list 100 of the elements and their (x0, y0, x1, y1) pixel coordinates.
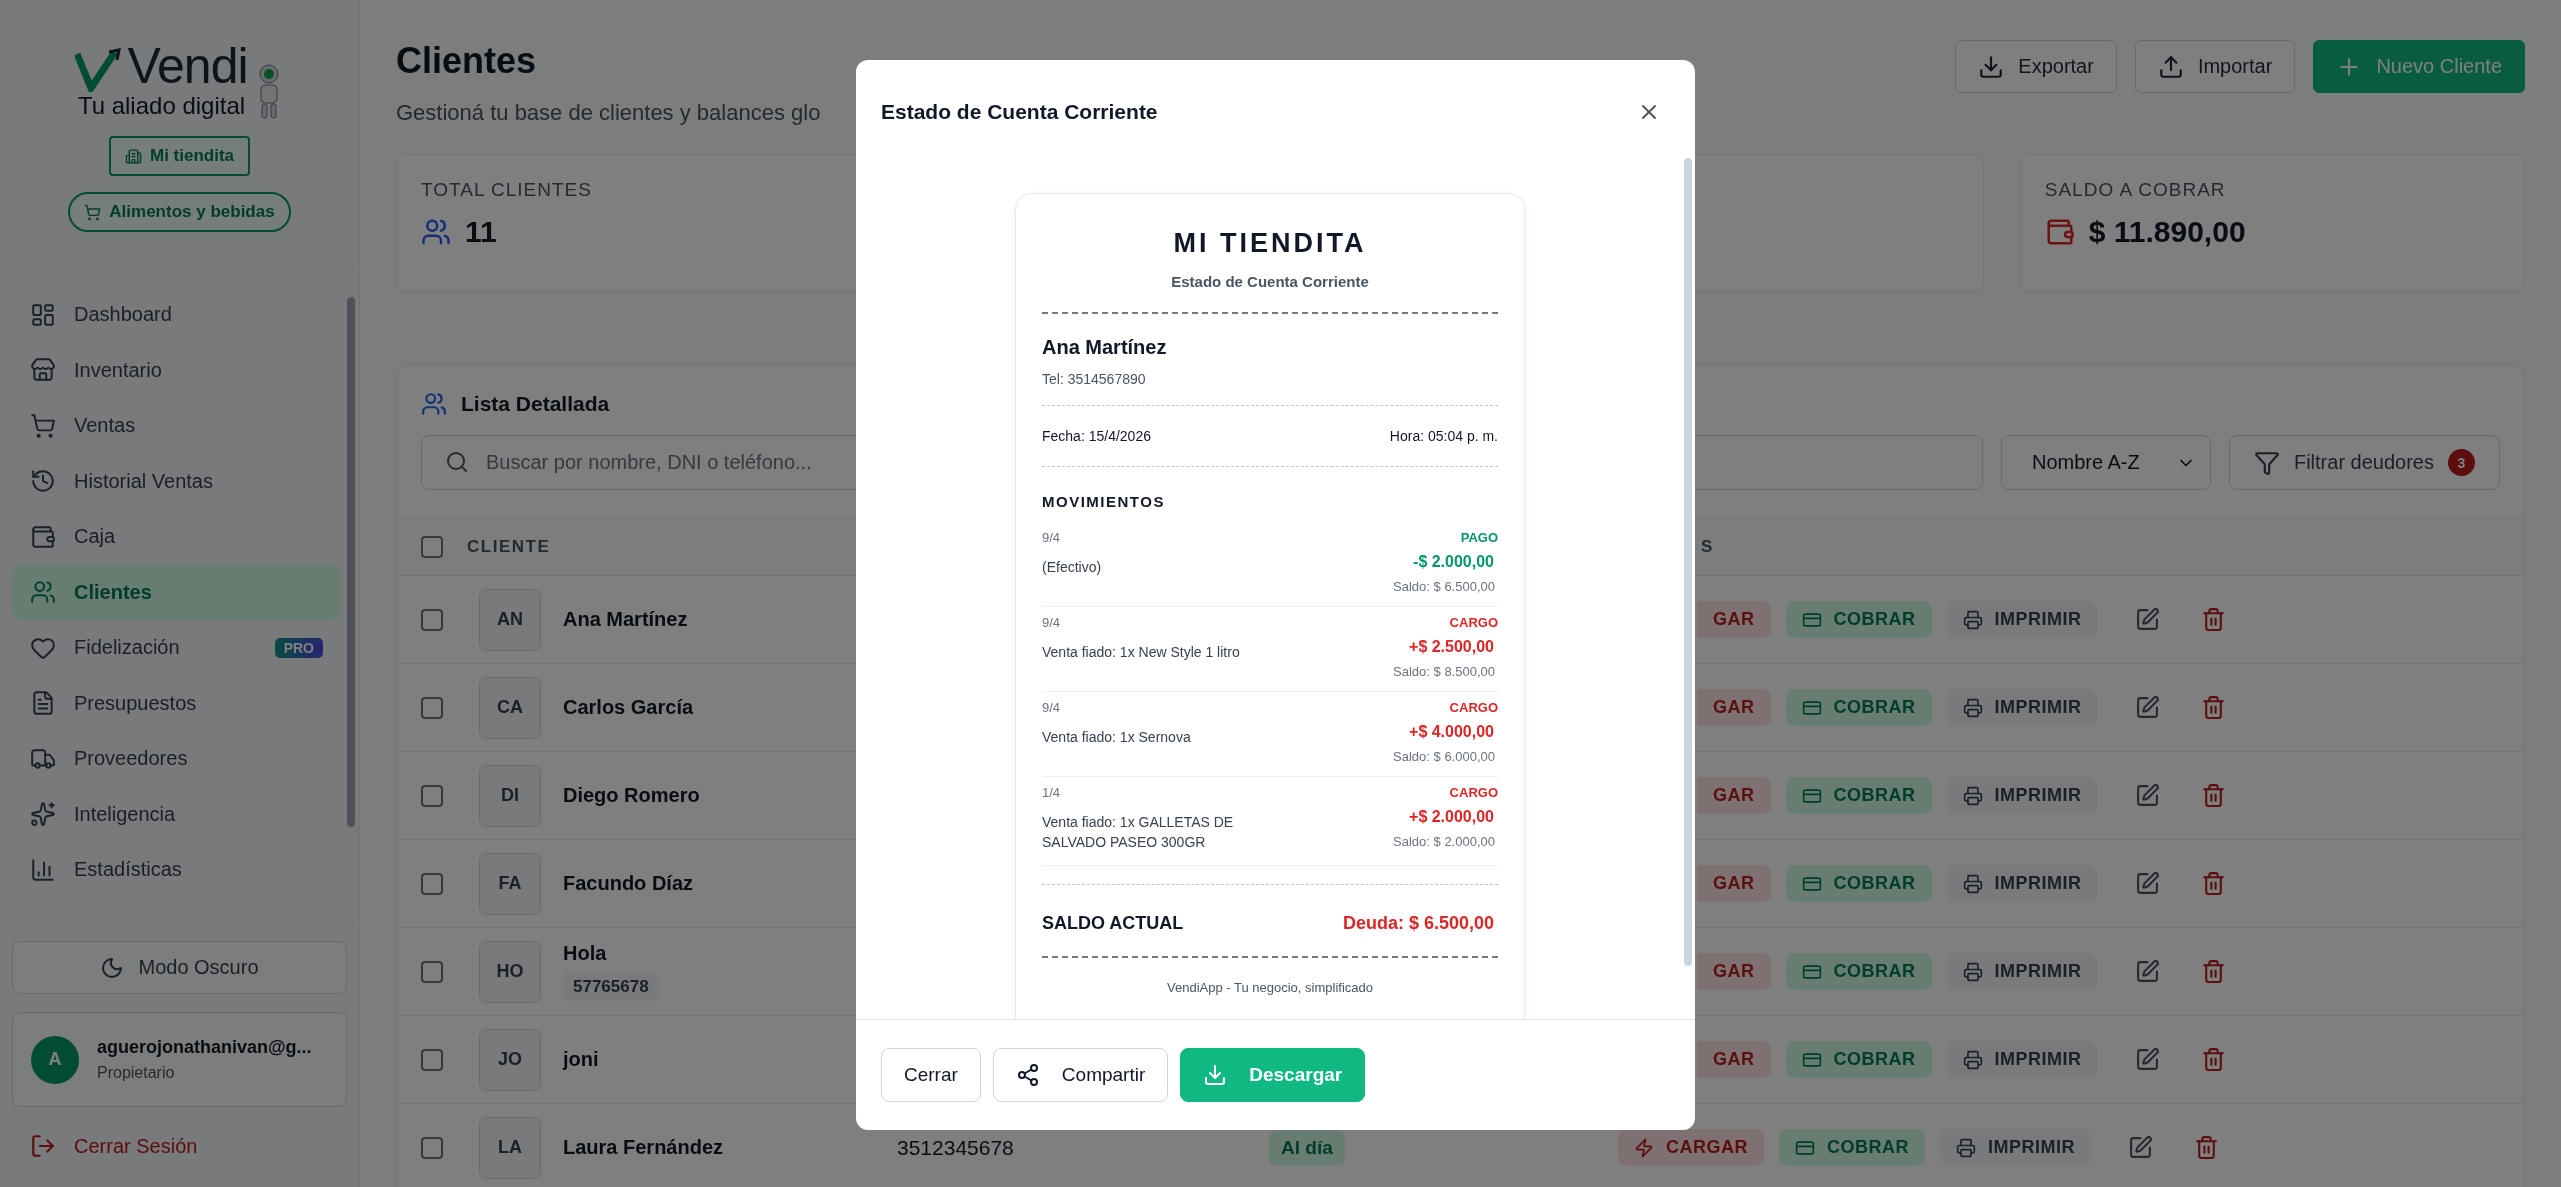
client-name: Ana Martínez (563, 608, 688, 631)
movement-type: CARGO (1449, 700, 1498, 715)
client-name: Diego Romero (563, 784, 700, 807)
edit-icon (2134, 695, 2160, 720)
receipt-time: Hora: 05:04 p. m. (1389, 428, 1498, 444)
logout-button[interactable]: Cerrar Sesión (12, 1125, 347, 1167)
receipt-client-phone: Tel: 3514567890 (1042, 371, 1147, 387)
nav-item[interactable]: Estadísticas (12, 842, 341, 898)
import-button[interactable]: Importar (2134, 40, 2296, 93)
print-button[interactable]: IMPRIMIR (1946, 1041, 2098, 1078)
balance-label: SALDO ACTUAL (1042, 912, 1184, 934)
new-client-button[interactable]: Nuevo Cliente (2313, 40, 2525, 93)
print-button[interactable]: IMPRIMIR (1940, 1129, 2091, 1166)
nav-item[interactable]: Inventario (12, 342, 341, 398)
download-icon (1203, 1063, 1228, 1087)
select-all-checkbox[interactable] (421, 536, 443, 558)
printer-icon (1962, 697, 1983, 718)
stat-value: $ 11.890,00 (2088, 215, 2246, 249)
charge-button[interactable]: GAR (1697, 1041, 1771, 1078)
movement-amount: +$ 2.500,00 (1409, 638, 1494, 656)
edit-icon (2134, 607, 2160, 632)
client-initials: AN (479, 588, 541, 651)
row-checkbox[interactable] (421, 696, 443, 719)
charge-button[interactable]: GAR (1697, 777, 1771, 814)
user-role: Propietario (97, 1064, 176, 1082)
nav-item[interactable]: Clientes (12, 564, 341, 620)
movement-type: CARGO (1449, 785, 1498, 800)
user-card[interactable]: A aguerojonathanivan@g... Propietario (12, 1012, 347, 1107)
nav-item[interactable]: Historial Ventas (12, 453, 341, 509)
receipt-section-title: MOVIMIENTOS (1042, 493, 1166, 510)
collect-button[interactable]: COBRAR (1785, 777, 1932, 814)
client-name: Carlos García (563, 696, 694, 719)
movement-date: 1/4 (1042, 785, 1062, 800)
printer-icon (1962, 609, 1983, 630)
receipt-footer: VendiApp - Tu negocio, simplificado (1042, 979, 1498, 995)
nav-item[interactable]: Presupuestos (12, 675, 341, 731)
client-tag: 57765678 (563, 973, 659, 1001)
nav-item[interactable]: Proveedores (12, 731, 341, 787)
stat-label: TOTAL CLIENTES (421, 179, 593, 201)
charge-button[interactable]: CARGAR (1618, 1129, 1764, 1166)
row-checkbox[interactable] (421, 1048, 443, 1071)
receipt-date: Fecha: 15/4/2026 (1042, 428, 1151, 444)
movement-date: 9/4 (1042, 615, 1062, 630)
printer-icon (1956, 1137, 1976, 1158)
share-button[interactable]: Compartir (992, 1048, 1169, 1102)
category-chip[interactable]: Alimentos y bebidas (68, 192, 291, 232)
nav-item[interactable]: Inteligencia (12, 786, 341, 842)
sort-select[interactable]: Nombre A-Z (2000, 435, 2211, 490)
row-checkbox[interactable] (421, 1136, 443, 1159)
trash-icon (2200, 1047, 2226, 1072)
row-checkbox[interactable] (421, 872, 443, 895)
bar-chart-icon (30, 856, 56, 883)
charge-button[interactable]: GAR (1697, 601, 1771, 638)
status-badge: Al día (1269, 1130, 1345, 1165)
scrollbar-thumb[interactable] (347, 297, 355, 827)
print-button[interactable]: IMPRIMIR (1946, 689, 2098, 726)
store-chip[interactable]: Mi tiendita (108, 136, 251, 176)
collect-button[interactable]: COBRAR (1785, 865, 1932, 902)
collect-button[interactable]: COBRAR (1785, 689, 1932, 726)
charge-button[interactable]: GAR (1697, 953, 1771, 990)
export-button[interactable]: Exportar (1955, 40, 2117, 93)
nav-item[interactable]: Caja (12, 509, 341, 565)
user-avatar: A (31, 1035, 79, 1084)
store-icon (30, 357, 56, 384)
users-icon (421, 217, 451, 247)
collect-button[interactable]: COBRAR (1785, 601, 1932, 638)
scrollbar-thumb[interactable] (1684, 158, 1692, 966)
nav-item[interactable]: Ventas (12, 398, 341, 454)
nav-item[interactable]: Fidelización PRO (12, 620, 341, 676)
movement-description: (Efectivo) (1042, 558, 1103, 577)
collect-button[interactable]: COBRAR (1785, 1041, 1932, 1078)
column-header: CLIENTE (467, 537, 552, 557)
charge-button[interactable]: GAR (1697, 689, 1771, 726)
nav-item[interactable]: Dashboard (12, 287, 341, 343)
logo-wordmark: Vendi (127, 40, 248, 92)
trash-icon (2200, 871, 2226, 896)
download-button[interactable]: Descargar (1180, 1048, 1366, 1102)
list-title: Lista Detallada (461, 392, 610, 416)
users-icon (421, 391, 447, 417)
print-button[interactable]: IMPRIMIR (1946, 777, 2098, 814)
row-checkbox[interactable] (421, 960, 443, 983)
collect-button[interactable]: COBRAR (1785, 953, 1932, 990)
print-button[interactable]: IMPRIMIR (1946, 865, 2098, 902)
trash-icon (2200, 695, 2226, 720)
dark-mode-button[interactable]: Modo Oscuro (12, 941, 347, 994)
filter-debtors-button[interactable]: Filtrar deudores 3 (2228, 435, 2500, 490)
movement-amount: +$ 2.000,00 (1409, 808, 1494, 826)
edit-icon (2134, 1047, 2160, 1072)
column-header: S (1701, 537, 1715, 557)
charge-button[interactable]: GAR (1697, 865, 1771, 902)
client-name: Laura Fernández (563, 1136, 724, 1159)
trash-icon (2200, 959, 2226, 984)
row-checkbox[interactable] (421, 784, 443, 807)
filter-icon (2253, 449, 2280, 476)
close-button[interactable]: Cerrar (881, 1048, 981, 1102)
row-checkbox[interactable] (421, 608, 443, 631)
wallet-icon (30, 523, 56, 550)
print-button[interactable]: IMPRIMIR (1946, 601, 2098, 638)
print-button[interactable]: IMPRIMIR (1946, 953, 2098, 990)
collect-button[interactable]: COBRAR (1779, 1129, 1925, 1166)
